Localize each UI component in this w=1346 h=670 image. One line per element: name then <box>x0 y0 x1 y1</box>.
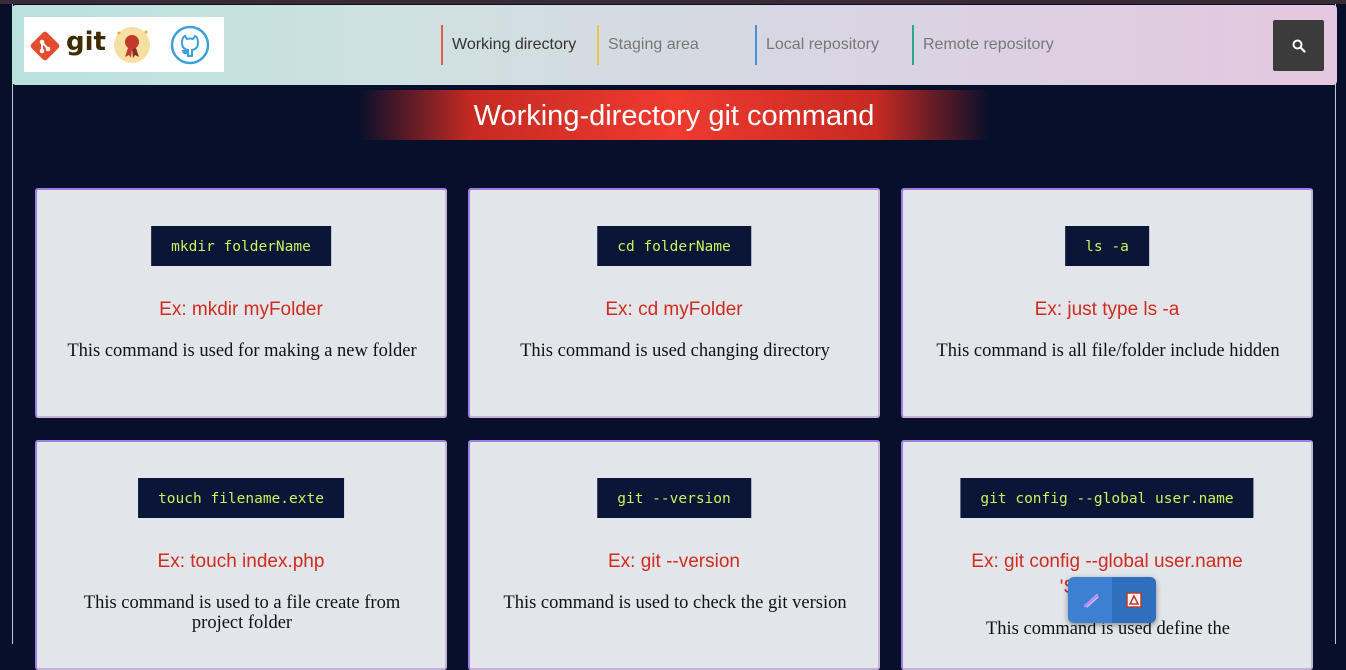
command-example: Ex: touch index.php <box>157 551 325 572</box>
command-code: ls -a <box>1065 226 1149 266</box>
command-example: Ex: just type ls -a <box>1034 299 1180 320</box>
command-code: cd folderName <box>597 226 751 266</box>
nav-staging-area[interactable]: Staging area <box>597 25 747 65</box>
floating-toolbar[interactable] <box>1068 577 1156 623</box>
command-description: This command is used to check the git ve… <box>503 593 847 613</box>
command-card: ls -a Ex: just type ls -a This command i… <box>901 188 1313 418</box>
award-badge-icon <box>114 27 150 63</box>
nav-remote-repository[interactable]: Remote repository <box>912 25 1072 65</box>
command-card: git --version Ex: git --version This com… <box>468 440 880 670</box>
page-title: Working-directory git command <box>358 90 990 140</box>
search-button[interactable] <box>1273 20 1324 71</box>
pen-icon[interactable] <box>1080 588 1104 612</box>
nav-working-directory[interactable]: Working directory <box>441 25 591 65</box>
logo-group[interactable]: git <box>24 17 224 72</box>
command-example: Ex: mkdir myFolder <box>159 299 323 320</box>
command-description: This command is all file/folder include … <box>936 341 1280 361</box>
pdf-icon[interactable] <box>1122 588 1146 612</box>
command-card: cd folderName Ex: cd myFolder This comma… <box>468 188 880 418</box>
command-description: This command is used changing directory <box>520 341 830 361</box>
command-card: touch filename.exte Ex: touch index.php … <box>35 440 447 670</box>
command-description: This command is used to a file create fr… <box>83 593 401 633</box>
nav-local-repository[interactable]: Local repository <box>755 25 905 65</box>
command-code: mkdir folderName <box>151 226 331 266</box>
command-example: Ex: cd myFolder <box>605 299 743 320</box>
search-icon <box>1292 39 1306 53</box>
command-code: git --version <box>597 478 751 518</box>
git-logo-icon <box>30 31 60 61</box>
command-example-line1: Ex: git config --global user.name <box>971 551 1243 572</box>
command-description: This command is used for making a new fo… <box>67 341 417 361</box>
command-code: git config --global user.name <box>960 478 1254 518</box>
git-logo-text: git <box>66 27 106 57</box>
github-logo-icon <box>170 25 210 65</box>
command-code: touch filename.exte <box>138 478 344 518</box>
command-card: mkdir folderName Ex: mkdir myFolder This… <box>35 188 447 418</box>
command-example: Ex: git --version <box>608 551 740 572</box>
navbar: git Working directory Staging area Local… <box>12 5 1337 85</box>
command-card: git config --global user.name Ex: git co… <box>901 440 1313 670</box>
